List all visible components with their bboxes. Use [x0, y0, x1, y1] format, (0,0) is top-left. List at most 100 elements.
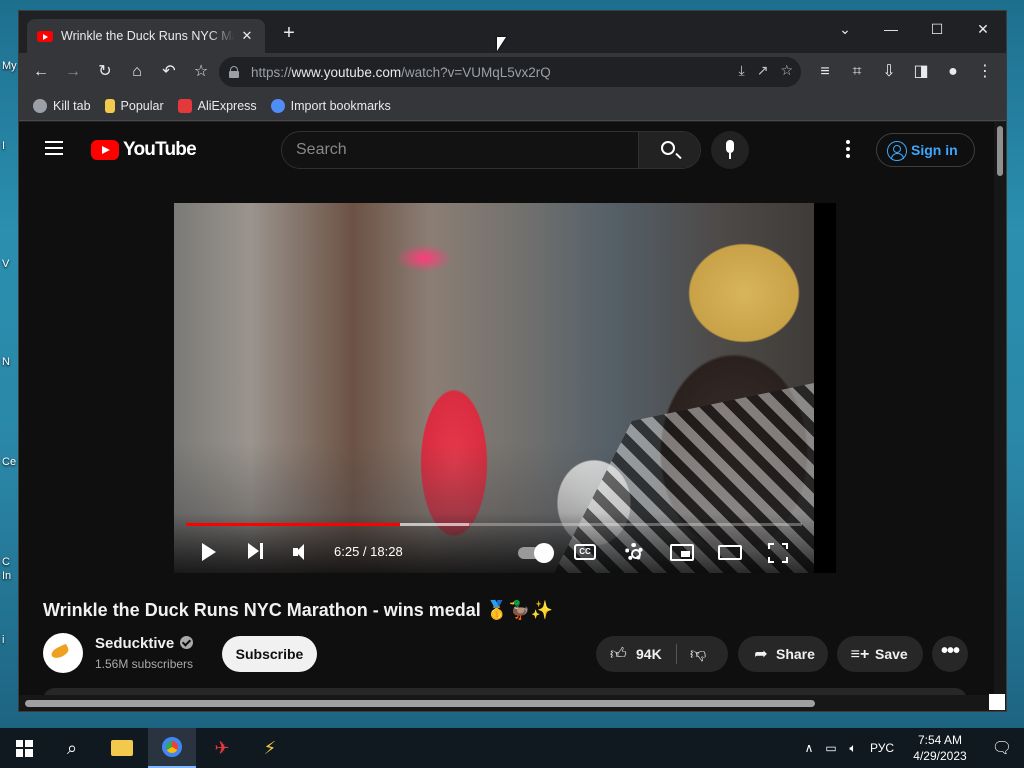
- file-explorer-icon[interactable]: [98, 728, 146, 768]
- reload-icon[interactable]: ↻: [91, 58, 119, 86]
- globe-icon: [33, 98, 47, 113]
- system-tray: ∧ ▭ 🔈︎ РУС 7:54 AM 4/29/2023 🗨︎: [798, 728, 1024, 768]
- desktop-label[interactable]: Ce: [2, 456, 16, 468]
- menu-icon[interactable]: [45, 141, 63, 155]
- time-display: 6:25 / 18:28: [334, 544, 403, 559]
- undo-icon[interactable]: ↶: [155, 58, 183, 86]
- language-indicator[interactable]: РУС: [864, 741, 900, 755]
- captions-icon[interactable]: CC: [574, 544, 596, 560]
- save-button[interactable]: ≡+ Save: [837, 636, 923, 672]
- save-label: Save: [875, 646, 908, 662]
- channel-name-link[interactable]: Seducktive: [95, 635, 194, 652]
- fullscreen-icon[interactable]: [768, 543, 788, 563]
- search-button[interactable]: [638, 132, 700, 168]
- settings-gear-icon[interactable]: [625, 543, 643, 561]
- youtube-favicon-icon: [37, 30, 53, 42]
- autoplay-toggle[interactable]: [518, 543, 554, 563]
- browser-window: Wrinkle the Duck Runs NYC Marathon - win…: [18, 10, 1007, 712]
- desktop-label[interactable]: I: [2, 140, 5, 152]
- pinned-app-icon[interactable]: ⚡: [246, 728, 294, 768]
- share-page-icon[interactable]: ↗: [757, 62, 769, 79]
- youtube-page: YouTube Sign in: [19, 122, 994, 702]
- tab-close-icon[interactable]: ✕: [239, 28, 255, 44]
- reading-list-icon[interactable]: ≡: [811, 58, 839, 86]
- tab-youtube[interactable]: Wrinkle the Duck Runs NYC Marathon - win…: [27, 19, 265, 53]
- share-button[interactable]: ➦ Share: [738, 636, 828, 672]
- subscribe-button[interactable]: Subscribe: [222, 636, 317, 672]
- settings-kebab-icon[interactable]: [845, 140, 851, 160]
- youtube-logo[interactable]: YouTube: [91, 139, 197, 161]
- vertical-scrollbar[interactable]: [994, 122, 1006, 702]
- maximize-button[interactable]: ☐: [915, 15, 959, 43]
- play-icon[interactable]: [202, 543, 216, 561]
- network-icon[interactable]: ▭: [820, 741, 842, 755]
- sign-in-button[interactable]: Sign in: [876, 133, 975, 167]
- clock-date: 4/29/2023: [913, 749, 967, 763]
- chrome-taskbar-icon[interactable]: [148, 728, 196, 768]
- notifications-icon[interactable]: 🗨︎: [980, 738, 1024, 758]
- volume-tray-icon[interactable]: 🔈︎: [842, 741, 864, 756]
- desktop-label[interactable]: i: [2, 634, 4, 646]
- voice-search-button[interactable]: [711, 131, 749, 169]
- more-actions-button[interactable]: •••: [932, 636, 968, 672]
- install-app-icon[interactable]: ⤓: [739, 62, 745, 79]
- like-divider: [676, 644, 677, 664]
- app-taskbar-icon[interactable]: ✈: [198, 728, 246, 768]
- tray-expand-icon[interactable]: ∧: [798, 741, 820, 755]
- search-input[interactable]: [296, 132, 636, 168]
- address-bar[interactable]: https://www.youtube.com/watch?v=VUMqL5vx…: [219, 57, 801, 87]
- close-window-button[interactable]: ✕: [961, 15, 1005, 43]
- new-tab-button[interactable]: +: [279, 23, 299, 43]
- thumbs-down-icon[interactable]: 👎︎: [690, 645, 706, 664]
- home-icon[interactable]: ⌂: [123, 58, 151, 86]
- start-button[interactable]: [0, 728, 48, 768]
- crop-screenshot-icon[interactable]: ⌗: [843, 58, 871, 86]
- sign-in-label: Sign in: [911, 142, 958, 158]
- browser-menu-icon[interactable]: ⋮: [971, 58, 999, 86]
- subscriber-count: 1.56M subscribers: [95, 657, 194, 671]
- minimize-button[interactable]: —: [869, 15, 913, 43]
- scroll-thumb[interactable]: [997, 126, 1003, 176]
- miniplayer-icon[interactable]: [670, 544, 694, 561]
- desktop-label[interactable]: C: [2, 556, 10, 568]
- bookmark-kill-tab[interactable]: Kill tab: [33, 98, 91, 113]
- next-video-icon[interactable]: [248, 543, 264, 561]
- theater-mode-icon[interactable]: [718, 545, 742, 560]
- lock-icon: [229, 66, 239, 78]
- desktop-label[interactable]: V: [2, 258, 9, 270]
- bookmark-star-icon[interactable]: ☆: [187, 58, 215, 86]
- mouse-cursor-icon: [497, 37, 506, 51]
- horizontal-scrollbar[interactable]: [19, 695, 994, 711]
- downloads-icon[interactable]: ⇩: [875, 58, 903, 86]
- like-count[interactable]: 94K: [636, 636, 662, 672]
- youtube-header: YouTube Sign in: [19, 122, 994, 178]
- bookmark-aliexpress[interactable]: AliExpress: [177, 98, 257, 113]
- search-taskbar-icon[interactable]: ⌕: [48, 728, 96, 768]
- bookmark-popular[interactable]: Popular: [104, 98, 164, 113]
- aliexpress-icon: [177, 98, 192, 113]
- url-prefix: https://: [251, 64, 292, 80]
- video-player[interactable]: 6:25 / 18:28 CC: [174, 203, 836, 573]
- desktop-label[interactable]: In: [2, 570, 11, 582]
- bookmarks-bar: Kill tab Popular AliExpress Import bookm…: [19, 91, 1006, 121]
- bookmark-label: Popular: [120, 98, 164, 113]
- bookmark-import[interactable]: Import bookmarks: [270, 98, 391, 113]
- desktop-label[interactable]: N: [2, 356, 10, 368]
- desktop-label[interactable]: My: [2, 60, 17, 72]
- channel-avatar[interactable]: [43, 633, 83, 673]
- back-icon[interactable]: ←: [27, 58, 55, 86]
- volume-icon[interactable]: [293, 544, 313, 560]
- like-dislike-group: 👍︎ 94K 👎︎: [596, 636, 728, 672]
- tab-search-icon[interactable]: ⌄: [823, 15, 867, 43]
- clock[interactable]: 7:54 AM 4/29/2023: [900, 732, 980, 764]
- windows-logo-icon: [15, 739, 33, 757]
- scroll-thumb[interactable]: [25, 700, 815, 707]
- side-panel-icon[interactable]: ◨: [907, 58, 935, 86]
- bookmark-page-icon[interactable]: ☆: [780, 62, 793, 79]
- share-arrow-icon: ➦: [754, 646, 768, 663]
- scroll-corner: [989, 694, 1005, 710]
- thumbs-up-icon[interactable]: 👍︎: [610, 645, 627, 664]
- progress-bar[interactable]: [186, 523, 802, 526]
- profile-icon[interactable]: ●: [939, 58, 967, 86]
- forward-icon[interactable]: →: [59, 58, 87, 86]
